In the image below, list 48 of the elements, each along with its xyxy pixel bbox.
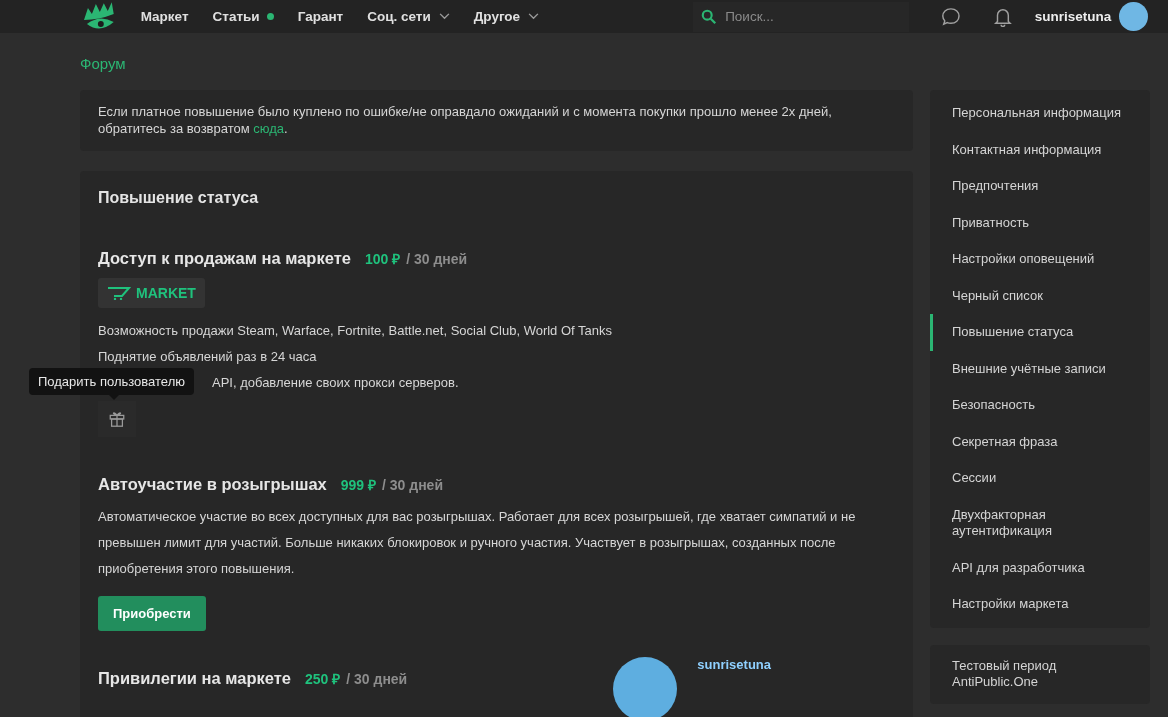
menu-item[interactable]: Настройки маркета <box>930 586 1150 623</box>
market-badge: MARKET <box>98 278 205 308</box>
menu-item[interactable]: Контактная информация <box>930 131 1150 168</box>
menu-item[interactable]: Секретная фраза <box>930 423 1150 460</box>
nav-link[interactable]: Другое <box>473 9 540 24</box>
upgrade-title: Привилегии на маркете <box>98 669 291 688</box>
nav-link[interactable]: Статьи <box>212 9 274 24</box>
upgrade-title: Автоучастие в розыгрышах <box>98 475 327 494</box>
nav-link[interactable]: Соц. сети <box>367 9 450 24</box>
menu-item[interactable]: Настройки оповещений <box>930 241 1150 278</box>
cart-icon <box>107 286 131 300</box>
menu-item[interactable]: Персональная информация <box>930 95 1150 132</box>
price: 999 ₽ <box>340 476 377 494</box>
gift-icon <box>108 410 126 428</box>
search-field[interactable]: Поиск... <box>693 1 910 32</box>
menu-item[interactable]: Приватность <box>930 204 1150 241</box>
price: 250 ₽ <box>305 670 341 688</box>
bell-icon[interactable] <box>992 6 1013 27</box>
section-title: Повышение статуса <box>98 189 260 207</box>
menu-item[interactable]: API для разработчика <box>930 549 1150 586</box>
menu-item[interactable]: Сессии <box>930 460 1150 497</box>
feature-text: API, добавление своих прокси серверов. <box>212 374 459 392</box>
period: / 30 дней <box>406 251 468 267</box>
period: / 30 дней <box>346 671 408 687</box>
chevron-down-icon <box>438 13 450 20</box>
status-dot-icon <box>266 13 274 20</box>
nav-link[interactable]: Гарант <box>297 9 344 24</box>
menu-item[interactable]: Черный список <box>930 277 1150 314</box>
menu-item[interactable]: Двухфакторная аутентификация <box>930 496 1150 550</box>
menu-item[interactable]: Безопасность <box>930 387 1150 424</box>
buy-button[interactable]: Приобрести <box>98 596 206 631</box>
upgrade-description: Автоматическое участие во всех доступных для вас розыгрышах. Работает для всех розыгрышей, где хватает симпатий и не превышен лимит для участий. Больше никаких блокировок и ручного участия. Участвует в розыгрышах, созданных после приобретения этого повышения. <box>98 508 857 578</box>
feature-text: Поднятие объявлений раз в 24 часа <box>98 348 318 366</box>
period: / 30 дней <box>382 477 443 493</box>
avatar[interactable] <box>1119 2 1148 31</box>
preview-username: sunrisetuna <box>697 657 771 672</box>
upgrade-title: Доступ к продажам на маркете <box>98 249 351 268</box>
menu-item[interactable]: Предпочтения <box>930 168 1150 205</box>
chevron-down-icon <box>528 13 540 20</box>
username[interactable]: sunrisetuna <box>1034 9 1112 24</box>
nav-link[interactable]: Маркет <box>140 9 189 24</box>
price: 100 ₽ <box>364 250 401 268</box>
menu-item[interactable]: Повышение статуса <box>930 314 1150 351</box>
breadcrumb-link[interactable]: Форум <box>80 33 1150 90</box>
feature-text: Возможность продажи Steam, Warface, Fortnite, Battle.net, Social Club, World Of Tanks <box>98 322 614 340</box>
chat-bubble-icon[interactable] <box>941 6 961 27</box>
menu-item[interactable]: Внешние учётные записи <box>930 350 1150 387</box>
notice-text: Если платное повышение было куплено по ошибке/не оправдало ожиданий и с момента покупки прошло менее 2х дней, обратитесь за возвратом сюда. <box>98 103 833 137</box>
